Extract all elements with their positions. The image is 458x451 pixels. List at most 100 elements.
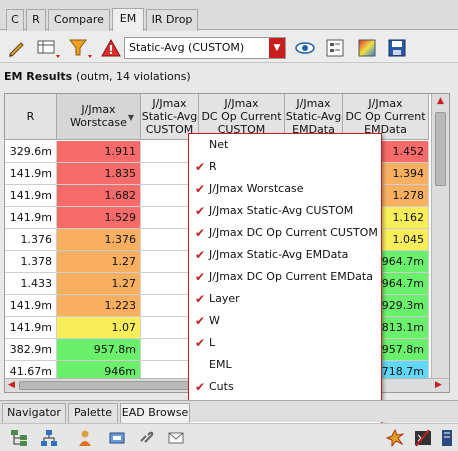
checkmark-icon: ✔ xyxy=(194,248,206,262)
eye-icon[interactable] xyxy=(294,37,316,59)
cell-worstcase: 1.27 xyxy=(57,273,141,295)
header-label-line: DC Op Current xyxy=(201,110,282,123)
tree-icon[interactable] xyxy=(40,429,58,447)
menu-item[interactable]: ✔ J/Jmax DC Op Current CUSTOM xyxy=(189,222,381,244)
cell-r: 141.9m xyxy=(5,295,57,317)
header-label-line: Static-Avg xyxy=(141,110,198,123)
cell-worstcase: 957.8m xyxy=(57,339,141,361)
link-icon[interactable] xyxy=(138,429,156,447)
cell-worstcase: 1.682 xyxy=(57,185,141,207)
header-label-line: J/Jmax xyxy=(368,97,403,110)
bottom-panel-tabs: Navigator Palette EAD Browse xyxy=(0,400,458,423)
explode-icon[interactable] xyxy=(385,428,405,448)
analysis-mode-value: Static-Avg (CUSTOM) xyxy=(129,41,245,54)
header-label-line: J/Jmax xyxy=(296,97,331,110)
properties-icon[interactable] xyxy=(324,37,346,59)
pencil-icon[interactable] xyxy=(6,37,28,59)
terminal-icon[interactable] xyxy=(414,429,432,447)
view-tabs: C R Compare EM IR Drop xyxy=(0,0,458,31)
menu-item-label: Net xyxy=(209,138,229,151)
menu-item-label: J/Jmax Worstcase xyxy=(209,182,304,195)
menu-item[interactable]: ✔ J/Jmax Worstcase xyxy=(189,178,381,200)
checkmark-icon: ✔ xyxy=(194,314,206,328)
cell-r: 141.9m xyxy=(5,207,57,229)
header-label-line: DC Op Current xyxy=(345,110,426,123)
menu-item[interactable]: Net xyxy=(189,134,381,156)
em-toolbar: Static-Avg (CUSTOM) ▼ xyxy=(0,31,458,63)
vertical-scrollbar[interactable]: ▲ xyxy=(431,94,449,379)
menu-item-label: J/Jmax DC Op Current EMData xyxy=(209,270,373,283)
menu-item-label: R xyxy=(209,160,217,173)
menu-item[interactable]: ✔ Layer xyxy=(189,288,381,310)
chevron-down-icon[interactable]: ▼ xyxy=(269,38,285,58)
scroll-right-icon[interactable]: ▶ xyxy=(435,380,442,390)
table-icon[interactable] xyxy=(36,37,62,59)
menu-item-label: Layer xyxy=(209,292,240,305)
cell-r: 141.9m xyxy=(5,163,57,185)
cell-worstcase: 1.911 xyxy=(57,141,141,163)
menu-item-label: J/Jmax Static-Avg EMData xyxy=(209,248,349,261)
tab-r[interactable]: R xyxy=(26,9,46,31)
component-icon[interactable] xyxy=(108,429,126,447)
cell-worstcase: 1.07 xyxy=(57,317,141,339)
mail-icon[interactable] xyxy=(168,429,186,447)
filter-icon[interactable] xyxy=(68,37,94,59)
tab-c[interactable]: C xyxy=(6,9,24,31)
scroll-up-icon[interactable]: ▲ xyxy=(437,96,444,106)
header-label-line: Static-Avg xyxy=(285,110,342,123)
checkmark-icon: ✔ xyxy=(194,226,206,240)
cell-r: 1.378 xyxy=(5,251,57,273)
tab-em[interactable]: EM xyxy=(112,8,144,31)
header-r-label: R xyxy=(26,110,35,123)
colormap-icon[interactable] xyxy=(356,37,378,59)
cell-r: 1.433 xyxy=(5,273,57,295)
column-chooser-menu: Net ✔ R ✔ J/Jmax Worstcase ✔ J/Jmax Static-Avg… xyxy=(188,133,382,444)
cell-r: 382.9m xyxy=(5,339,57,361)
cell-worstcase: 1.27 xyxy=(57,251,141,273)
menu-item[interactable]: EML xyxy=(189,354,381,376)
cell-worstcase: 1.835 xyxy=(57,163,141,185)
menu-item-label: L xyxy=(209,336,216,349)
sort-descending-icon: ▼ xyxy=(127,113,134,122)
checkmark-icon: ✔ xyxy=(194,292,206,306)
menu-item[interactable]: ✔ W xyxy=(189,310,381,332)
tab-ead-browser[interactable]: EAD Browse xyxy=(120,403,190,423)
results-title: EM Results (outm, 14 violations) xyxy=(4,70,191,83)
header-label-line: J/Jmax xyxy=(152,97,187,110)
hierarchy-icon[interactable] xyxy=(10,429,28,447)
tab-compare[interactable]: Compare xyxy=(48,9,110,31)
warning-icon[interactable] xyxy=(100,37,122,59)
menu-item[interactable]: ✔ R xyxy=(189,156,381,178)
scroll-left-icon[interactable]: ◀ xyxy=(8,380,15,390)
column-header-worstcase[interactable]: J/Jmax Worstcase ▼ xyxy=(57,94,141,140)
cell-worstcase: 1.376 xyxy=(57,229,141,251)
menu-item-label: W xyxy=(209,314,220,327)
cell-r: 141.9m xyxy=(5,185,57,207)
bottom-toolbar xyxy=(0,423,458,451)
scrollbar-thumb[interactable] xyxy=(435,112,446,186)
checkmark-icon: ✔ xyxy=(194,160,206,174)
save-icon[interactable] xyxy=(386,37,408,59)
menu-item[interactable]: ✔ J/Jmax DC Op Current EMData xyxy=(189,266,381,288)
tab-palette[interactable]: Palette xyxy=(68,403,118,423)
menu-item[interactable]: ✔ Cuts xyxy=(189,376,381,398)
column-header-r[interactable]: R xyxy=(5,94,57,140)
bookmark-icon[interactable] xyxy=(438,429,456,447)
menu-item-label: J/Jmax Static-Avg CUSTOM xyxy=(209,204,354,217)
cell-worstcase: 1.529 xyxy=(57,207,141,229)
cell-r: 141.9m xyxy=(5,317,57,339)
menu-item-label: J/Jmax DC Op Current CUSTOM xyxy=(209,226,378,239)
checkmark-icon: ✔ xyxy=(194,204,206,218)
menu-item-label: Cuts xyxy=(209,380,234,393)
menu-item[interactable]: ✔ J/Jmax Static-Avg EMData xyxy=(189,244,381,266)
tab-ir-drop[interactable]: IR Drop xyxy=(146,9,198,31)
cell-r: 1.376 xyxy=(5,229,57,251)
menu-item[interactable]: ✔ L xyxy=(189,332,381,354)
checkmark-icon: ✔ xyxy=(194,380,206,394)
checkmark-icon: ✔ xyxy=(194,182,206,196)
analysis-mode-select[interactable]: Static-Avg (CUSTOM) ▼ xyxy=(124,37,286,59)
tab-navigator[interactable]: Navigator xyxy=(2,403,66,423)
person-icon[interactable] xyxy=(76,429,94,447)
menu-item[interactable]: ✔ J/Jmax Static-Avg CUSTOM xyxy=(189,200,381,222)
checkmark-icon: ✔ xyxy=(194,336,206,350)
